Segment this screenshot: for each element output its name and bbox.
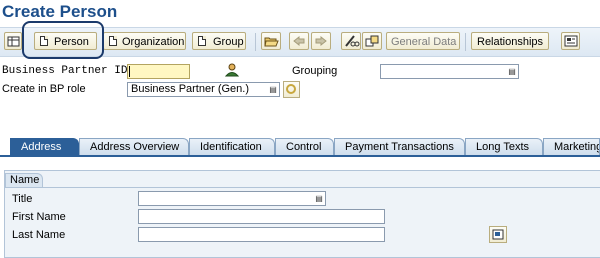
- relationships-button[interactable]: Relationships: [471, 32, 549, 50]
- tab-marketing[interactable]: Marketing: [543, 138, 600, 155]
- title-label: Title: [12, 193, 33, 205]
- role-select[interactable]: Business Partner (Gen.) ▤: [127, 82, 280, 97]
- first-name-label: First Name: [12, 211, 66, 223]
- person-icon[interactable]: [224, 62, 240, 78]
- relationships-label: Relationships: [477, 36, 544, 48]
- last-name-label: Last Name: [12, 229, 66, 241]
- person-button-highlight-frame: [22, 21, 104, 59]
- tab-payment-transactions[interactable]: Payment Transactions: [334, 138, 465, 155]
- tab-long-texts[interactable]: Long Texts: [465, 138, 543, 155]
- first-name-input[interactable]: [138, 209, 385, 224]
- dropdown-icon: ▤: [269, 85, 277, 94]
- toolbar-separator: [255, 33, 256, 51]
- toolbar-separator: [465, 33, 466, 51]
- pencil-glasses-icon[interactable]: [341, 32, 361, 50]
- role-value: Business Partner (Gen.): [131, 83, 249, 95]
- last-name-input[interactable]: [138, 227, 385, 242]
- grouping-select[interactable]: ▤: [380, 64, 519, 79]
- tab-strip: Address Address Overview Identification …: [0, 137, 600, 157]
- general-data-label: General Data: [391, 36, 457, 48]
- bp-id-label: Business Partner ID: [2, 65, 128, 77]
- dropdown-icon: ▤: [315, 194, 323, 203]
- title-select[interactable]: ▤: [138, 191, 326, 206]
- folder-open-icon[interactable]: [261, 32, 281, 50]
- bp-id-input[interactable]: [127, 64, 190, 79]
- table-icon[interactable]: [4, 32, 22, 50]
- tab-identification[interactable]: Identification: [189, 138, 275, 155]
- arrow-right-icon[interactable]: [311, 32, 331, 50]
- general-data-button[interactable]: General Data: [386, 32, 460, 50]
- group-button-label: Group: [213, 36, 244, 48]
- document-icon: [198, 36, 206, 46]
- dropdown-icon: ▤: [508, 67, 516, 76]
- role-label: Create in BP role: [2, 83, 86, 95]
- document-icon: [109, 36, 117, 46]
- name-group-header: Name: [5, 173, 600, 188]
- settings-screen-icon[interactable]: [561, 32, 580, 50]
- name-group-title: Name: [5, 173, 43, 187]
- organization-button[interactable]: Organization: [103, 32, 186, 50]
- tab-address-overview[interactable]: Address Overview: [79, 138, 189, 155]
- grouping-label: Grouping: [292, 65, 338, 77]
- switch-mode-icon[interactable]: [362, 32, 382, 50]
- tab-control[interactable]: Control: [275, 138, 334, 155]
- group-button[interactable]: Group: [192, 32, 246, 50]
- arrow-left-icon[interactable]: [289, 32, 309, 50]
- address-detail-icon[interactable]: [489, 226, 507, 243]
- tab-address[interactable]: Address: [10, 138, 79, 155]
- organization-button-label: Organization: [122, 36, 185, 48]
- role-detail-icon[interactable]: [283, 81, 300, 98]
